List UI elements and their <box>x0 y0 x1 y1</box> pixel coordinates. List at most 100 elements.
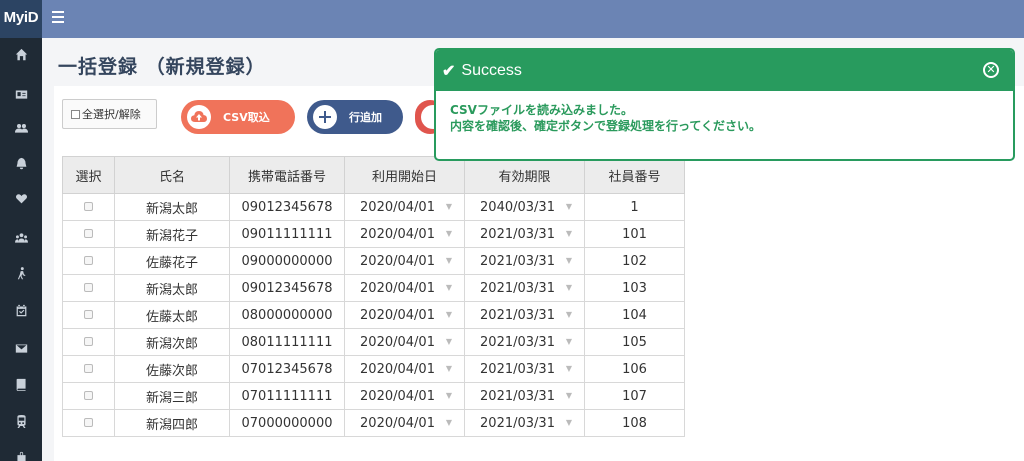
expiry-value: 2021/03/31 <box>480 388 555 404</box>
toast-title: Success <box>461 61 522 79</box>
bag-icon[interactable] <box>0 444 42 461</box>
users-icon[interactable] <box>0 115 42 142</box>
plus-icon <box>313 105 337 129</box>
select-all-checkbox[interactable] <box>71 109 80 119</box>
cell-employee-number[interactable]: 107 <box>584 382 685 410</box>
cell-name[interactable]: 新潟太郎 <box>114 274 230 302</box>
train-icon[interactable] <box>0 408 42 435</box>
home-icon[interactable] <box>0 41 42 68</box>
cell-phone[interactable]: 08011111111 <box>229 328 345 356</box>
table-row: 新潟太郎 09012345678 2020/04/01 ▼ 2040/03/31 ▼ 1 <box>62 193 685 221</box>
cell-start-date[interactable]: 2020/04/01 ▼ <box>344 355 465 383</box>
dropdown-arrow-icon: ▼ <box>445 337 452 346</box>
start-date-value: 2020/04/01 <box>360 280 435 296</box>
calendar-check-icon[interactable] <box>0 297 42 324</box>
cell-expiry[interactable]: 2021/03/31 ▼ <box>464 355 585 383</box>
cell-employee-number[interactable]: 105 <box>584 328 685 356</box>
cell-employee-number[interactable]: 102 <box>584 247 685 275</box>
cell-phone[interactable]: 07011111111 <box>229 382 345 410</box>
row-checkbox[interactable] <box>84 336 93 346</box>
cell-employee-number[interactable]: 106 <box>584 355 685 383</box>
cell-employee-number[interactable]: 104 <box>584 301 685 329</box>
cell-name[interactable]: 新潟三郎 <box>114 382 230 410</box>
row-checkbox[interactable] <box>84 309 93 319</box>
cell-expiry[interactable]: 2040/03/31 ▼ <box>464 193 585 221</box>
cell-name[interactable]: 佐藤花子 <box>114 247 230 275</box>
cell-employee-number[interactable]: 103 <box>584 274 685 302</box>
cell-expiry[interactable]: 2021/03/31 ▼ <box>464 328 585 356</box>
dropdown-arrow-icon: ▼ <box>445 283 452 292</box>
cell-expiry[interactable]: 2021/03/31 ▼ <box>464 382 585 410</box>
start-date-value: 2020/04/01 <box>360 415 435 431</box>
cell-expiry[interactable]: 2021/03/31 ▼ <box>464 301 585 329</box>
id-card-icon[interactable] <box>0 81 42 108</box>
row-checkbox[interactable] <box>84 255 93 265</box>
row-checkbox[interactable] <box>84 363 93 373</box>
row-checkbox[interactable] <box>84 417 93 427</box>
cell-start-date[interactable]: 2020/04/01 ▼ <box>344 301 465 329</box>
cell-name[interactable]: 新潟太郎 <box>114 193 230 221</box>
brand-logo[interactable]: MyiD <box>0 0 42 38</box>
book-icon[interactable] <box>0 371 42 398</box>
close-icon[interactable]: ✕ <box>983 62 999 78</box>
expiry-value: 2021/03/31 <box>480 334 555 350</box>
cell-start-date[interactable]: 2020/04/01 ▼ <box>344 247 465 275</box>
walking-icon[interactable] <box>0 260 42 287</box>
cell-employee-number[interactable]: 101 <box>584 220 685 248</box>
cell-employee-number[interactable]: 1 <box>584 193 685 221</box>
cell-start-date[interactable]: 2020/04/01 ▼ <box>344 220 465 248</box>
cell-phone[interactable]: 09000000000 <box>229 247 345 275</box>
bell-icon[interactable] <box>0 150 42 177</box>
group-icon[interactable] <box>0 225 42 252</box>
cell-start-date[interactable]: 2020/04/01 ▼ <box>344 409 465 437</box>
start-date-value: 2020/04/01 <box>360 307 435 323</box>
cell-name[interactable]: 佐藤太郎 <box>114 301 230 329</box>
heart-icon[interactable] <box>0 185 42 212</box>
row-select-cell <box>62 328 115 356</box>
envelope-icon[interactable] <box>0 335 42 362</box>
row-select-cell <box>62 220 115 248</box>
cell-employee-number[interactable]: 108 <box>584 409 685 437</box>
toast-message-line-1: CSVファイルを読み込みました。 <box>450 103 633 117</box>
cell-phone[interactable]: 07000000000 <box>229 409 345 437</box>
cell-name[interactable]: 佐藤次郎 <box>114 355 230 383</box>
cell-name[interactable]: 新潟四郎 <box>114 409 230 437</box>
row-checkbox[interactable] <box>84 390 93 400</box>
row-checkbox[interactable] <box>84 228 93 238</box>
dropdown-arrow-icon: ▼ <box>445 202 452 211</box>
cell-expiry[interactable]: 2021/03/31 ▼ <box>464 274 585 302</box>
menu-toggle-icon[interactable] <box>52 11 64 25</box>
add-row-button[interactable]: 行追加 <box>307 100 403 134</box>
cell-expiry[interactable]: 2021/03/31 ▼ <box>464 409 585 437</box>
cell-phone[interactable]: 07012345678 <box>229 355 345 383</box>
select-all-button[interactable]: 全選択/解除 <box>62 99 157 129</box>
toast-header: ✔ Success <box>436 50 1013 91</box>
dropdown-arrow-icon: ▼ <box>565 202 572 211</box>
cell-start-date[interactable]: 2020/04/01 ▼ <box>344 274 465 302</box>
check-icon: ✔ <box>442 62 456 80</box>
cell-name[interactable]: 新潟花子 <box>114 220 230 248</box>
cell-start-date[interactable]: 2020/04/01 ▼ <box>344 328 465 356</box>
cloud-upload-icon <box>187 105 211 129</box>
header-expiry: 有効期限 <box>464 156 585 194</box>
cell-phone[interactable]: 09012345678 <box>229 193 345 221</box>
cell-expiry[interactable]: 2021/03/31 ▼ <box>464 220 585 248</box>
row-checkbox[interactable] <box>84 282 93 292</box>
cell-phone[interactable]: 08000000000 <box>229 301 345 329</box>
csv-import-button[interactable]: CSV取込 <box>181 100 295 134</box>
start-date-value: 2020/04/01 <box>360 226 435 242</box>
cell-start-date[interactable]: 2020/04/01 ▼ <box>344 193 465 221</box>
table-row: 新潟花子 09011111111 2020/04/01 ▼ 2021/03/31 ▼ 101 <box>62 220 685 248</box>
row-checkbox[interactable] <box>84 201 93 211</box>
table-row: 新潟三郎 07011111111 2020/04/01 ▼ 2021/03/31 ▼ 107 <box>62 382 685 410</box>
expiry-value: 2021/03/31 <box>480 307 555 323</box>
dropdown-arrow-icon: ▼ <box>565 310 572 319</box>
cell-expiry[interactable]: 2021/03/31 ▼ <box>464 247 585 275</box>
cell-phone[interactable]: 09011111111 <box>229 220 345 248</box>
row-select-cell <box>62 409 115 437</box>
cell-phone[interactable]: 09012345678 <box>229 274 345 302</box>
dropdown-arrow-icon: ▼ <box>565 391 572 400</box>
start-date-value: 2020/04/01 <box>360 253 435 269</box>
cell-start-date[interactable]: 2020/04/01 ▼ <box>344 382 465 410</box>
cell-name[interactable]: 新潟次郎 <box>114 328 230 356</box>
